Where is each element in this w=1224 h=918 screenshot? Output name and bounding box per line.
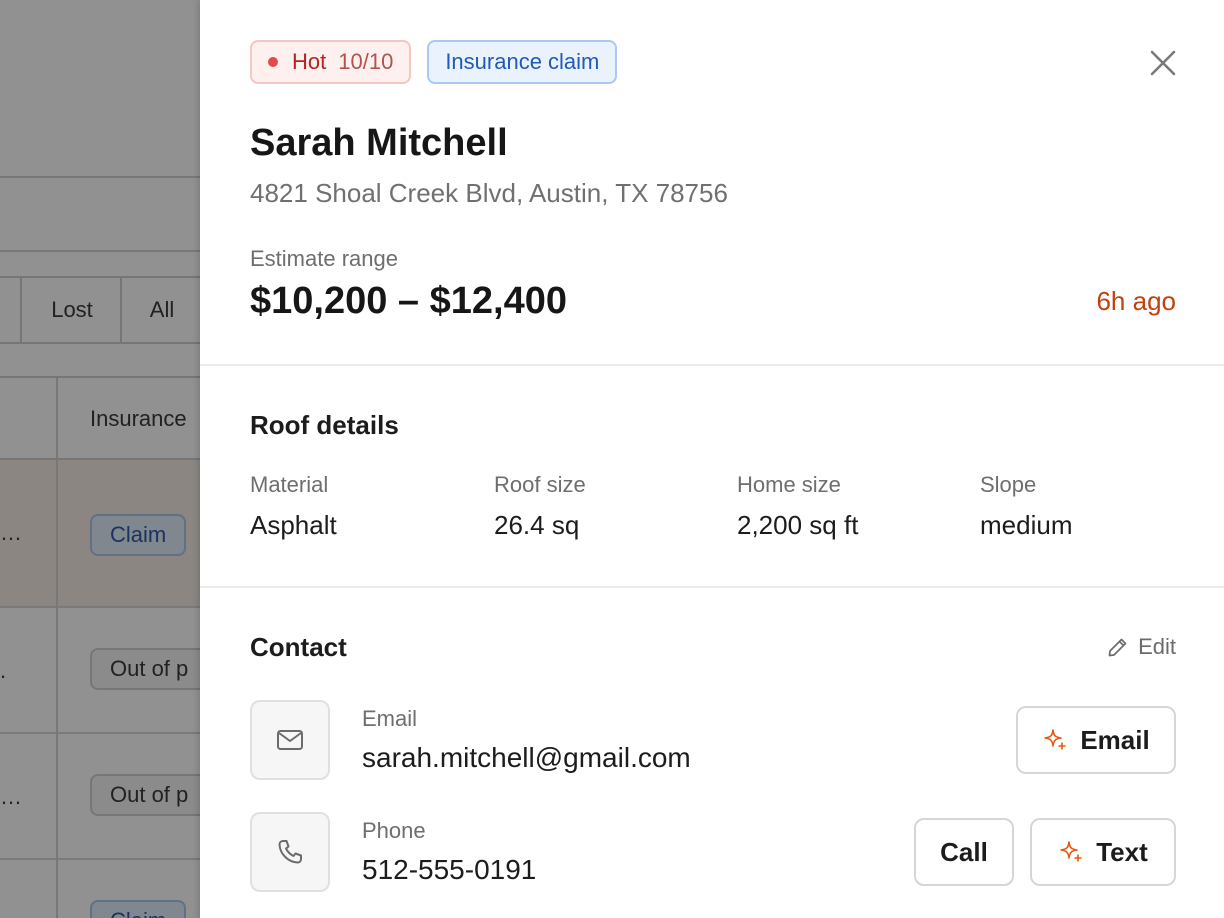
- phone-label: Phone: [362, 818, 426, 843]
- detail-value: medium: [980, 510, 1073, 540]
- pencil-icon: [1108, 638, 1127, 657]
- detail-label: Roof size: [494, 472, 586, 497]
- phone-icon-box: [250, 812, 330, 892]
- detail-label: Home size: [737, 472, 841, 497]
- phone-value[interactable]: 512-555-0191: [362, 854, 536, 886]
- call-button-label: Call: [940, 836, 988, 867]
- ai-text-button[interactable]: Text: [1030, 818, 1176, 886]
- hot-score-badge: Hot 10/10: [250, 40, 412, 84]
- detail-label: Material: [250, 472, 329, 497]
- lead-detail-drawer: Hot 10/10 Insurance claim Sarah Mitchell…: [200, 0, 1224, 918]
- roof-detail-roof-size: Roof size 26.4 sq: [494, 472, 586, 541]
- hot-score: 10/10: [338, 49, 394, 74]
- email-label: Email: [362, 706, 418, 731]
- modal-backdrop[interactable]: [0, 0, 200, 918]
- hot-dot-icon: [268, 57, 278, 67]
- edit-label: Edit: [1138, 634, 1176, 659]
- estimate-label: Estimate range: [250, 246, 398, 271]
- sparkle-icon: [1044, 729, 1067, 750]
- close-button[interactable]: [1146, 46, 1180, 80]
- lead-type-badge: Insurance claim: [427, 40, 618, 84]
- phone-icon: [278, 840, 302, 864]
- close-icon: [1150, 50, 1176, 76]
- email-button-label: Email: [1080, 724, 1150, 755]
- detail-value: Asphalt: [250, 510, 337, 540]
- mail-icon: [277, 730, 303, 750]
- sparkle-icon: [1060, 841, 1083, 862]
- call-button[interactable]: Call: [914, 818, 1014, 886]
- text-button-label: Text: [1096, 836, 1148, 867]
- roof-details-title: Roof details: [250, 410, 399, 440]
- email-value[interactable]: sarah.mitchell@gmail.com: [362, 742, 691, 774]
- roof-detail-home-size: Home size 2,200 sq ft: [737, 472, 858, 541]
- estimate-value: $10,200 – $12,400: [250, 280, 567, 322]
- detail-value: 2,200 sq ft: [737, 510, 859, 540]
- ai-email-button[interactable]: Email: [1016, 706, 1176, 774]
- section-divider: [200, 364, 1224, 366]
- email-icon-box: [250, 700, 330, 780]
- contact-title: Contact: [250, 632, 347, 662]
- detail-label: Slope: [980, 472, 1037, 497]
- detail-value: 26.4 sq: [494, 510, 580, 540]
- lead-address: 4821 Shoal Creek Blvd, Austin, TX 78756: [250, 178, 728, 208]
- edit-contact-button[interactable]: Edit: [1106, 634, 1176, 660]
- lead-badges: Hot 10/10 Insurance claim: [250, 40, 618, 84]
- roof-detail-slope: Slope medium: [980, 472, 1072, 541]
- time-ago: 6h ago: [1096, 286, 1176, 316]
- hot-label: Hot: [292, 49, 327, 74]
- lead-name: Sarah Mitchell: [250, 122, 508, 164]
- section-divider: [200, 586, 1224, 588]
- roof-detail-material: Material Asphalt: [250, 472, 337, 541]
